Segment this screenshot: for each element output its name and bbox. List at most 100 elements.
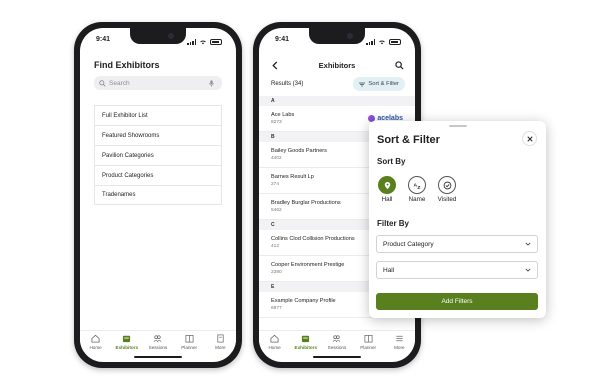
status-time: 9:41 [96, 36, 111, 43]
tab-home[interactable]: Home [261, 334, 289, 352]
signal-icon [366, 39, 375, 45]
back-chevron-icon[interactable] [272, 60, 278, 70]
search-input[interactable]: Search [94, 76, 222, 90]
chevron-down-icon [525, 242, 531, 246]
exhibitor-name: Barnes Result Lp [271, 174, 314, 180]
tab-label: More [394, 345, 405, 350]
tab-label: More [215, 345, 226, 350]
sort-option-visited[interactable]: Visited [436, 176, 458, 203]
booth-number: 8273 [271, 120, 282, 125]
tab-home[interactable]: Home [82, 334, 110, 352]
hall-select[interactable]: Hall [376, 261, 538, 279]
product-category-select[interactable]: Product Category [376, 235, 538, 253]
az-sort-icon: AZ [413, 182, 420, 190]
sessions-icon [154, 335, 162, 343]
select-value: Product Category [383, 240, 434, 248]
tab-label: Exhibitors [115, 345, 139, 350]
booth-number: 2390 [271, 270, 282, 275]
add-filters-button[interactable]: Add Filters [376, 293, 538, 310]
svg-text:Z: Z [417, 185, 420, 190]
booth-number: 274 [271, 182, 280, 187]
filter-icon [359, 82, 366, 86]
sort-option-label: Visited [437, 196, 457, 203]
tab-sessions[interactable]: Sessions [323, 334, 351, 352]
exhibitor-name: Cooper Environment Prestige [271, 262, 345, 268]
exhibitors-icon [123, 335, 131, 343]
home-indicator [134, 356, 182, 358]
status-time: 9:41 [275, 36, 290, 43]
sort-by-label: Sort By [377, 157, 406, 166]
close-button[interactable] [522, 131, 537, 146]
tab-planner[interactable]: Planner [175, 334, 203, 352]
menu-item-pavilion-categories[interactable]: Pavilion Categories [94, 145, 222, 165]
sort-option-hall[interactable]: Hall [376, 176, 398, 203]
sheet-title: Sort & Filter [377, 134, 440, 146]
booth-number: 4402 [271, 156, 282, 161]
results-count: Results (34) [271, 81, 304, 87]
tab-label: Sessions [327, 345, 347, 350]
exhibitor-menu: Full Exhibitor List Featured Showrooms P… [94, 105, 222, 205]
battery-icon [210, 39, 222, 45]
wifi-icon [379, 40, 385, 45]
page-title: Find Exhibitors [94, 60, 160, 70]
stage: 9:41 Find Exhibitors Search Full Exhibit… [0, 0, 600, 390]
location-pin-icon [384, 181, 390, 189]
chevron-down-icon [525, 268, 531, 272]
sort-option-name[interactable]: AZ Name [406, 176, 428, 203]
microphone-icon[interactable] [209, 79, 214, 87]
page-title: Exhibitors [318, 60, 356, 70]
tab-planner[interactable]: Planner [354, 334, 382, 352]
sort-filter-button[interactable]: Sort & Filter [353, 77, 405, 91]
tab-label: Home [268, 345, 281, 350]
tab-sessions[interactable]: Sessions [144, 334, 172, 352]
battery-icon [389, 39, 401, 45]
tab-more[interactable]: More [206, 334, 234, 352]
search-icon[interactable] [395, 60, 404, 70]
booth-number: 5462 [271, 208, 282, 213]
menu-item-full-list[interactable]: Full Exhibitor List [94, 105, 222, 125]
tab-exhibitors[interactable]: Exhibitors [292, 334, 320, 352]
tab-more[interactable]: More [385, 334, 413, 352]
phone-find-exhibitors: 9:41 Find Exhibitors Search Full Exhibit… [74, 22, 242, 368]
sort-option-label: Hall [381, 196, 393, 203]
planner-icon [364, 334, 373, 343]
tab-bar: Home Exhibitors Sessions Planner More [80, 330, 236, 352]
tab-label: Home [89, 345, 102, 350]
home-icon [270, 334, 279, 343]
menu-item-tradenames[interactable]: Tradenames [94, 185, 222, 205]
signal-icon [187, 39, 196, 45]
select-value: Hall [383, 266, 395, 274]
exhibitor-name: Bradley Burglar Productions [271, 200, 341, 206]
close-icon [526, 135, 533, 142]
sort-filter-label: Sort & Filter [368, 81, 399, 87]
sort-radio: AZ [408, 176, 426, 194]
filter-by-label: Filter By [377, 219, 410, 228]
tab-label: Planner [181, 345, 198, 350]
exhibitors-icon [302, 335, 310, 343]
tab-bar: Home Exhibitors Sessions Planner More [259, 330, 415, 352]
nav-bar: Exhibitors [259, 58, 415, 72]
results-bar: Results (34) Sort & Filter [271, 77, 405, 91]
wifi-icon [200, 40, 206, 45]
sheet-grabber[interactable] [448, 125, 467, 127]
tab-label: Sessions [148, 345, 168, 350]
sort-radio [438, 176, 456, 194]
menu-icon [396, 335, 403, 342]
more-icon [217, 334, 224, 343]
notch [309, 28, 365, 44]
tab-label: Planner [360, 345, 377, 350]
home-icon [91, 334, 100, 343]
check-circle-icon [443, 181, 451, 189]
exhibitor-name: Ace Labs [271, 112, 295, 118]
search-placeholder: Search [109, 79, 130, 87]
tab-exhibitors[interactable]: Exhibitors [113, 334, 141, 352]
notch [130, 28, 186, 44]
exhibitor-name: Collins Clod Collision Productions [271, 236, 355, 242]
exhibitor-name: Bailey Goods Partners [271, 148, 327, 154]
sort-options: Hall AZ Name Visited [376, 176, 458, 203]
sort-filter-sheet: Sort & Filter Sort By Hall AZ Name Visit… [369, 121, 546, 318]
menu-item-featured-showrooms[interactable]: Featured Showrooms [94, 125, 222, 145]
menu-item-product-categories[interactable]: Product Categories [94, 165, 222, 185]
sort-option-label: Name [408, 196, 426, 203]
exhibitor-name: Example Company Profile [271, 298, 336, 304]
